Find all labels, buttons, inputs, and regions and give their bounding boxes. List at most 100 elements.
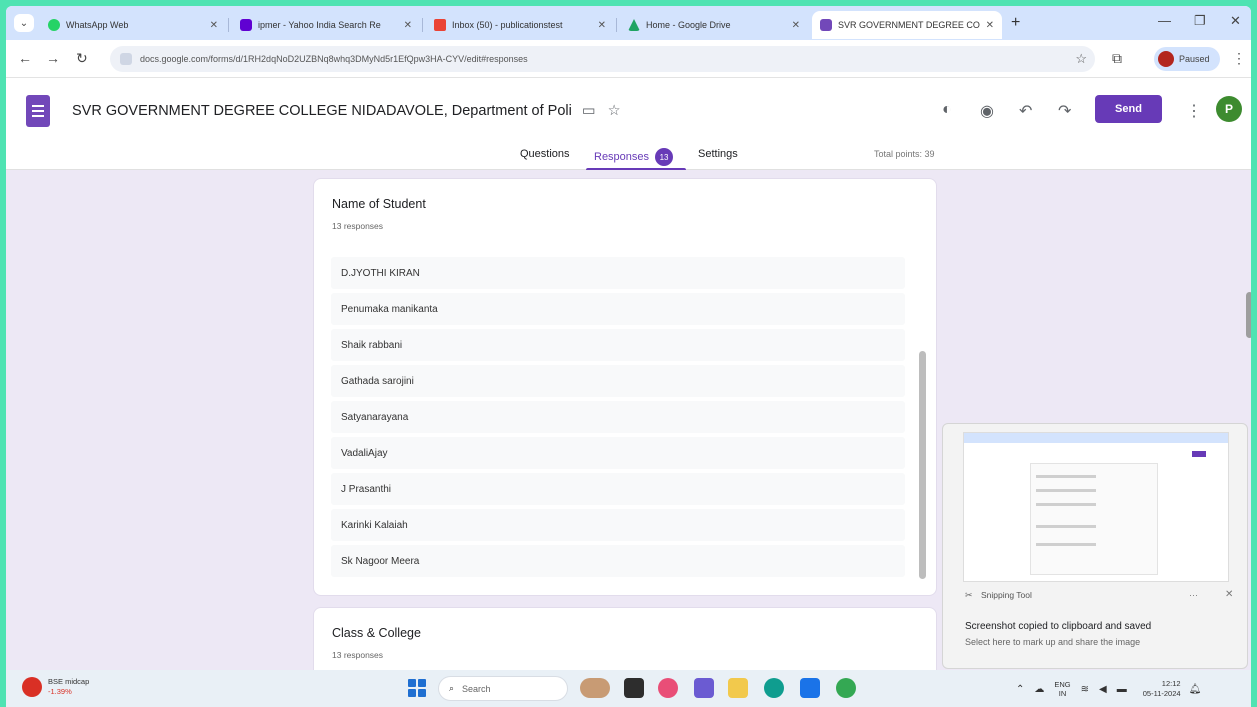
redo-icon[interactable]: ↷ xyxy=(1058,101,1071,121)
close-window-icon[interactable]: ✕ xyxy=(1230,13,1241,29)
tab-google-form[interactable]: SVR GOVERNMENT DEGREE CO ✕ xyxy=(812,11,1002,39)
profile-avatar xyxy=(1158,51,1174,67)
tab-responses[interactable]: Responses 13 xyxy=(594,148,674,166)
taskbar-app-store[interactable] xyxy=(800,678,820,698)
restore-icon[interactable]: ❐ xyxy=(1194,13,1206,29)
google-forms-logo-icon[interactable] xyxy=(26,95,50,127)
tab-separator xyxy=(228,18,229,32)
close-icon[interactable]: ✕ xyxy=(792,20,800,31)
preview-eye-icon[interactable]: ◉ xyxy=(980,101,994,121)
close-icon[interactable]: ✕ xyxy=(1225,589,1233,600)
star-icon[interactable]: ☆ xyxy=(608,103,621,119)
form-header: SVR GOVERNMENT DEGREE COLLEGE NIDADAVOLE… xyxy=(6,78,1251,171)
tab-strip: ⌄ WhatsApp Web ✕ ipmer - Yahoo India Sea… xyxy=(6,6,1251,40)
taskbar-app-chrome-active[interactable] xyxy=(836,678,856,698)
system-tray: ⌃ ☁ ENG IN ≋ ◀ ▬ 12:12 05-11-2024 🔔︎ xyxy=(1016,676,1201,702)
notification-bell-icon[interactable]: 🔔︎ xyxy=(1189,684,1202,695)
taskbar-app-file-explorer[interactable] xyxy=(728,678,748,698)
tab-questions[interactable]: Questions xyxy=(520,148,570,160)
close-icon[interactable]: ✕ xyxy=(404,20,412,31)
site-info-icon[interactable] xyxy=(120,53,132,65)
battery-icon[interactable]: ▬ xyxy=(1117,684,1127,695)
new-tab-icon[interactable]: + xyxy=(1011,14,1020,32)
cloud-icon[interactable]: ☁ xyxy=(1034,684,1044,695)
browser-window: ⌄ WhatsApp Web ✕ ipmer - Yahoo India Sea… xyxy=(6,6,1251,670)
whatsapp-icon xyxy=(48,19,60,31)
chevron-up-icon[interactable]: ⌃ xyxy=(1016,684,1024,695)
profile-button[interactable]: Paused xyxy=(1154,47,1220,71)
tab-title: ipmer - Yahoo India Search Re xyxy=(258,20,381,30)
screenshot-thumbnail[interactable] xyxy=(963,432,1229,582)
start-button[interactable] xyxy=(408,679,426,697)
wifi-icon[interactable]: ≋ xyxy=(1081,684,1089,695)
question-card-name: Name of Student 13 responses D.JYOTHI KI… xyxy=(313,178,937,596)
list-item: Satyanarayana xyxy=(331,401,905,433)
close-icon[interactable]: ✕ xyxy=(598,20,606,31)
more-icon[interactable]: ··· xyxy=(1189,590,1198,600)
extensions-icon[interactable]: ⧉ xyxy=(1112,50,1122,67)
tab-search-icon[interactable]: ⌄ xyxy=(14,14,34,32)
folder-icon[interactable]: ▭ xyxy=(582,103,596,119)
drive-icon xyxy=(628,19,640,31)
taskbar-app-copilot[interactable] xyxy=(580,678,610,698)
question-title: Class & College xyxy=(332,626,421,640)
response-list-scrollbar[interactable] xyxy=(919,351,926,579)
response-count: 13 responses xyxy=(332,650,384,660)
list-item: J Prasanthi xyxy=(331,473,905,505)
browser-menu-icon[interactable]: ⋮ xyxy=(1232,50,1246,67)
snipping-tool-icon: ✂ xyxy=(965,590,973,600)
form-title[interactable]: SVR GOVERNMENT DEGREE COLLEGE NIDADAVOLE… xyxy=(72,103,621,119)
reload-icon[interactable]: ↻ xyxy=(76,50,88,67)
taskbar-app-chrome[interactable] xyxy=(658,678,678,698)
tab-gmail-inbox[interactable]: Inbox (50) - publicationstest ✕ xyxy=(426,11,614,39)
taskbar-app-teams[interactable] xyxy=(694,678,714,698)
minimize-icon[interactable]: — xyxy=(1158,13,1171,28)
more-options-icon[interactable]: ⋮ xyxy=(1186,101,1202,121)
list-item: VadaliAjay xyxy=(331,437,905,469)
responses-count-badge: 13 xyxy=(655,148,674,166)
list-item: Sk Nagoor Meera xyxy=(331,545,905,577)
tab-title: Inbox (50) - publicationstest xyxy=(452,20,563,30)
total-points: Total points: 39 xyxy=(874,149,935,159)
tab-yahoo-search[interactable]: ipmer - Yahoo India Search Re ✕ xyxy=(232,11,420,39)
language-indicator[interactable]: ENG IN xyxy=(1054,680,1070,698)
undo-icon[interactable]: ↶ xyxy=(1019,101,1032,121)
taskbar-search[interactable]: ⌕ Search xyxy=(438,676,568,701)
address-bar[interactable]: docs.google.com/forms/d/1RH2dqNoD2UZBNq8… xyxy=(110,46,1095,72)
tab-separator xyxy=(616,18,617,32)
palette-icon[interactable]: ◐ xyxy=(942,101,952,119)
send-button[interactable]: Send xyxy=(1095,95,1162,123)
page-scrollbar[interactable] xyxy=(1246,292,1251,338)
list-item: Shaik rabbani xyxy=(331,329,905,361)
forward-icon[interactable]: → xyxy=(46,50,60,66)
snipping-tool-notification[interactable]: ✂ Snipping Tool ··· ✕ Screenshot copied … xyxy=(942,423,1248,669)
forms-icon xyxy=(820,19,832,31)
list-item: D.JYOTHI KIRAN xyxy=(331,257,905,289)
tab-title: WhatsApp Web xyxy=(66,20,129,30)
taskbar-app-edge[interactable] xyxy=(764,678,784,698)
tab-whatsapp[interactable]: WhatsApp Web ✕ xyxy=(40,11,226,39)
notification-subtext: Select here to mark up and share the ima… xyxy=(965,637,1141,647)
notification-app: ✂ Snipping Tool xyxy=(965,590,1032,600)
volume-icon[interactable]: ◀ xyxy=(1099,684,1107,695)
taskbar: BSE midcap -1.39% ⌕ Search ⌃ ☁ ENG IN ≋ … xyxy=(6,670,1251,707)
form-tabs: Questions Responses 13 Settings xyxy=(6,140,1251,170)
browser-toolbar: ← → ↻ docs.google.com/forms/d/1RH2dqNoD2… xyxy=(6,40,1251,78)
back-icon[interactable]: ← xyxy=(18,50,32,66)
list-item: Gathada sarojini xyxy=(331,365,905,397)
tab-title: SVR GOVERNMENT DEGREE CO xyxy=(838,20,980,30)
yahoo-icon xyxy=(240,19,252,31)
profile-status: Paused xyxy=(1179,54,1210,64)
tab-google-drive[interactable]: Home - Google Drive ✕ xyxy=(620,11,808,39)
question-title: Name of Student xyxy=(332,197,426,211)
taskbar-app-taskview[interactable] xyxy=(624,678,644,698)
question-card-class-college: Class & College 13 responses xyxy=(313,607,937,670)
avatar[interactable]: P xyxy=(1216,96,1242,122)
clock[interactable]: 12:12 05-11-2024 xyxy=(1143,679,1181,699)
response-list: D.JYOTHI KIRAN Penumaka manikanta Shaik … xyxy=(331,257,905,581)
close-icon[interactable]: ✕ xyxy=(210,20,218,31)
bookmark-star-icon[interactable]: ☆ xyxy=(1075,51,1087,67)
close-icon[interactable]: ✕ xyxy=(986,20,994,31)
tab-settings[interactable]: Settings xyxy=(698,148,738,160)
widgets-stock[interactable]: BSE midcap -1.39% xyxy=(22,677,89,697)
